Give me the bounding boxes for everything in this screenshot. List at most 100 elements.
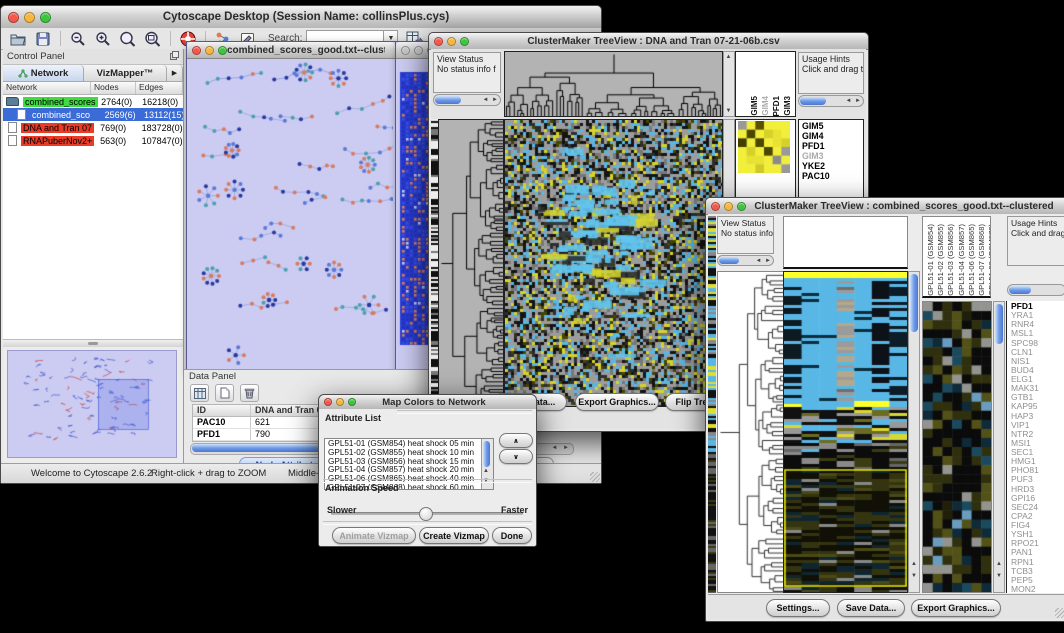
network-row[interactable]: DNA and Tran 07 769(0) 183728(0) — [3, 121, 183, 134]
global-row-strip[interactable] — [708, 216, 716, 593]
treeview-combined-titlebar[interactable]: ClusterMaker TreeView : combined_scores_… — [706, 198, 1064, 215]
minimize-button[interactable] — [447, 37, 456, 46]
column-label[interactable]: GPL51-04 (GSM857) — [957, 224, 966, 296]
zoom-vscrollbar[interactable]: ▲▼ — [993, 301, 1005, 593]
gene-label[interactable]: MON2 — [1011, 585, 1064, 593]
heatmap-global-view[interactable] — [783, 271, 908, 593]
resize-grip[interactable] — [590, 472, 600, 482]
row-dendrogram[interactable] — [438, 119, 504, 407]
overview-resize-handle[interactable] — [3, 340, 183, 347]
row-label[interactable]: GIM5 — [802, 121, 863, 131]
animate-vizmap-button[interactable]: Animate Vizmap — [332, 527, 416, 544]
heatmap-global-canvas[interactable] — [505, 120, 722, 406]
column-label[interactable]: YKE2 — [794, 95, 796, 116]
animation-speed-slider[interactable] — [331, 512, 523, 515]
column-dendrogram-canvas[interactable] — [505, 52, 722, 116]
more-tabs-button[interactable]: ▶ — [167, 65, 183, 81]
network-row[interactable]: combined_sco 2569(6) 13112(15) — [3, 108, 183, 121]
dialog-titlebar[interactable]: Map Colors to Network — [319, 395, 536, 410]
row-label[interactable]: PAC10 — [802, 171, 863, 181]
tree-mid-scrollbar[interactable]: ▲▼ — [723, 51, 735, 117]
zoom-button[interactable] — [218, 46, 227, 55]
zoom-out-icon[interactable] — [69, 30, 86, 47]
export-graphics-button[interactable]: Export Graphics... — [575, 393, 659, 411]
close-button[interactable] — [192, 46, 201, 55]
column-label[interactable]: GIM3 — [783, 96, 792, 116]
export-graphics-button[interactable]: Export Graphics... — [911, 599, 1001, 617]
close-button[interactable] — [401, 46, 410, 55]
row-label[interactable]: GIM4 — [802, 131, 863, 141]
column-label[interactable]: PFD1 — [772, 96, 781, 116]
minimize-button[interactable] — [205, 46, 214, 55]
network-view-titlebar[interactable]: combined_scores_good.txt--cluste... — [187, 42, 395, 59]
network-overview-panel[interactable] — [3, 347, 183, 461]
close-button[interactable] — [8, 12, 19, 23]
treeview-dna-titlebar[interactable]: ClusterMaker TreeView : DNA and Tran 07-… — [429, 33, 868, 50]
row-label[interactable]: YKE2 — [802, 161, 863, 171]
column-label[interactable]: GPL51-06 (GSM865) — [967, 224, 976, 296]
row-label[interactable]: GIM3 — [802, 151, 863, 161]
minimize-button[interactable] — [724, 202, 733, 211]
settings-button[interactable]: Settings... — [766, 599, 830, 617]
move-down-button[interactable]: ∨ — [499, 449, 533, 464]
minimize-button[interactable] — [414, 46, 423, 55]
zoom-selected-icon[interactable] — [144, 30, 161, 47]
column-label[interactable]: GPL51-01 (GSM854) — [926, 224, 935, 296]
heatmap-global-canvas[interactable] — [784, 272, 907, 592]
column-label[interactable]: GPL51-03 (GSM856) — [946, 224, 955, 296]
column-label[interactable]: GIM4 — [761, 96, 770, 116]
create-vizmap-button[interactable]: Create Vizmap — [419, 527, 489, 544]
slider-thumb[interactable] — [419, 507, 433, 521]
close-button[interactable] — [434, 37, 443, 46]
select-attributes-icon[interactable] — [190, 384, 209, 402]
main-titlebar[interactable]: Cytoscape Desktop (Session Name: collins… — [1, 6, 601, 29]
usage-hints-hscrollbar[interactable] — [1007, 284, 1064, 296]
zoom-button[interactable] — [737, 202, 746, 211]
save-data-button[interactable]: Save Data... — [837, 599, 905, 617]
network-overview-canvas[interactable] — [7, 350, 177, 458]
view-status-hscrollbar[interactable]: ◄ ► — [717, 255, 774, 266]
tab-vizmapper[interactable]: VizMapper™ — [84, 65, 167, 81]
save-icon[interactable] — [34, 30, 51, 47]
new-attribute-icon[interactable] — [215, 384, 234, 402]
zoom-in-icon[interactable] — [94, 30, 111, 47]
tab-network[interactable]: Network — [3, 65, 84, 81]
zoom-fit-icon[interactable] — [119, 30, 136, 47]
close-button[interactable] — [324, 398, 332, 406]
zoom-button[interactable] — [348, 398, 356, 406]
usage-hints-hscrollbar[interactable]: ◄ ► — [798, 95, 864, 107]
view-status-hscrollbar[interactable]: ◄ ► — [433, 94, 501, 106]
delete-attribute-trash-icon[interactable] — [240, 384, 259, 402]
heatmap-vscrollbar[interactable]: ▲▼ — [908, 271, 920, 593]
column-dendrogram[interactable] — [504, 51, 723, 117]
float-panel-icon[interactable] — [170, 51, 179, 63]
column-label[interactable]: GPL51-02 (GSM855) — [936, 224, 945, 296]
row-dendrogram-canvas[interactable] — [718, 272, 783, 592]
row-dendrogram[interactable] — [717, 271, 784, 593]
column-label[interactable]: GPL51-08 (GSM872) — [987, 224, 991, 296]
resize-grip[interactable] — [1055, 608, 1064, 618]
column-dendrogram-empty[interactable] — [783, 216, 908, 269]
row-label[interactable]: PFD1 — [802, 141, 863, 151]
close-button[interactable] — [711, 202, 720, 211]
heatmap-zoom-canvas[interactable] — [738, 121, 790, 173]
heatmap-zoom-view[interactable] — [922, 301, 992, 593]
zoom-button[interactable] — [460, 37, 469, 46]
column-label[interactable]: GIM5 — [750, 96, 759, 116]
column-label[interactable]: GPL51-07 (GSM868) — [977, 224, 986, 296]
open-file-icon[interactable] — [9, 30, 26, 47]
minimize-button[interactable] — [336, 398, 344, 406]
heatmap-global-view[interactable] — [504, 119, 723, 407]
done-button[interactable]: Done — [492, 527, 532, 544]
move-up-button[interactable]: ∧ — [499, 433, 533, 448]
zoom-button[interactable] — [40, 12, 51, 23]
treeview-combined-title: ClusterMaker TreeView : combined_scores_… — [746, 201, 1062, 212]
hscroll-arrows[interactable]: ◄ ► — [551, 444, 571, 453]
heatmap-zoom-canvas[interactable] — [923, 302, 991, 592]
network-view-canvas[interactable] — [187, 58, 393, 371]
network-row[interactable]: combined_scores 2764(0) 16218(0) — [3, 95, 183, 108]
row-dendrogram-canvas[interactable] — [439, 120, 503, 406]
minimize-button[interactable] — [24, 12, 35, 23]
network-row[interactable]: RNAPuberNov2+ 563(0) 107847(0) — [3, 134, 183, 147]
global-row-strip[interactable] — [431, 119, 438, 407]
